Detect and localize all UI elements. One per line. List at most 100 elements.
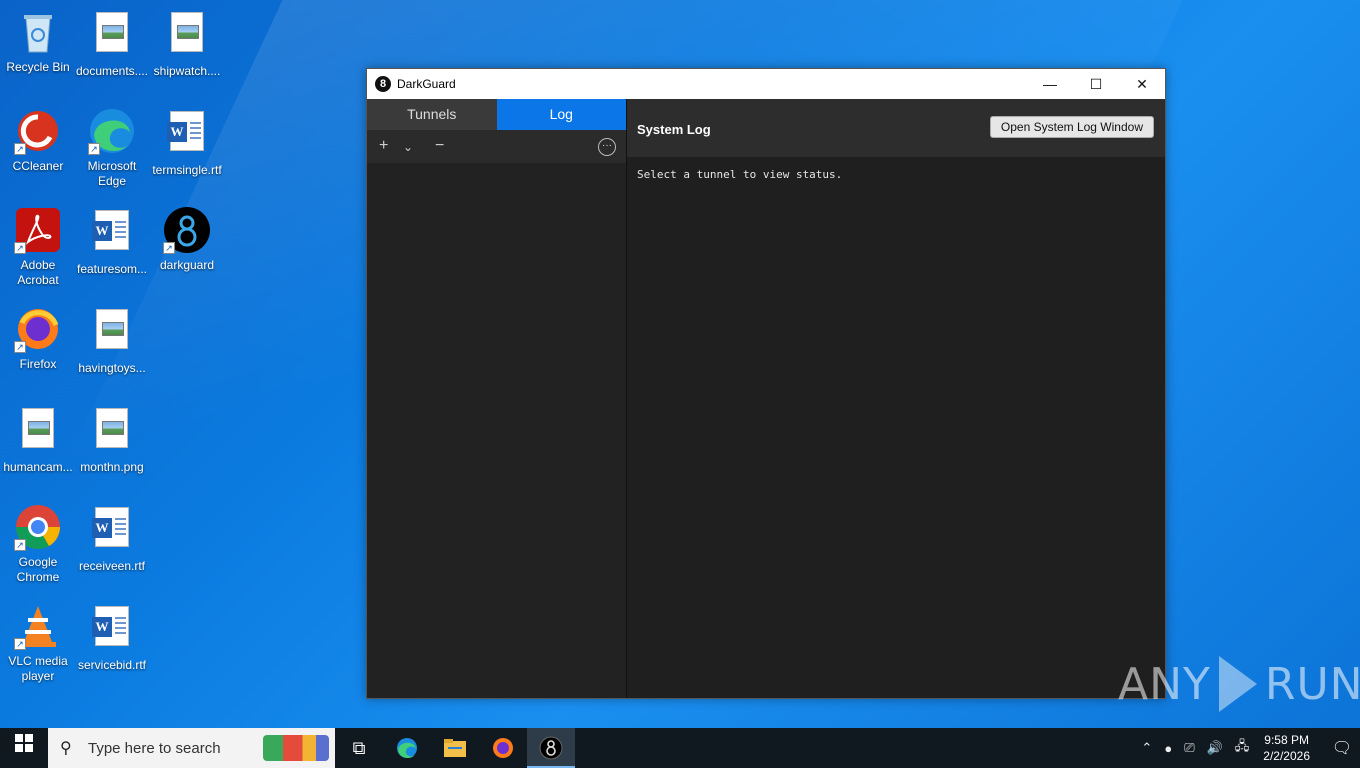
desktop-icon-firefox[interactable]: ↗ Firefox — [0, 305, 76, 372]
search-placeholder: Type here to search — [88, 739, 221, 757]
image-file-icon — [88, 309, 136, 357]
tab-tunnels[interactable]: Tunnels — [367, 99, 497, 130]
taskbar-clock[interactable]: 9:58 PM 2/2/2026 — [1263, 732, 1310, 764]
desktop-icon-label: receiveen.rtf — [78, 559, 146, 573]
desktop-icon-label: servicebid.rtf — [77, 658, 147, 672]
chevron-up-icon[interactable]: ⌃ — [1141, 740, 1152, 756]
desktop-icon-documents[interactable]: documents.... — [74, 8, 150, 79]
taskbar: ⚲ Type here to search ⧉ ⌃ ● ⎚ 🔊 🖧 9:58 P… — [0, 728, 1360, 768]
google-chrome-icon: ↗ — [14, 503, 62, 551]
image-file-icon — [88, 408, 136, 456]
ccleaner-icon: ↗ — [14, 107, 62, 155]
watermark-text-left: ANY — [1118, 658, 1211, 710]
more-options-icon[interactable]: ··· — [598, 138, 616, 156]
image-file-icon — [163, 12, 211, 60]
desktop-icon-microsoft-edge[interactable]: ↗ Microsoft Edge — [74, 107, 150, 189]
network-icon[interactable]: 🖧 — [1235, 737, 1250, 759]
shortcut-arrow-icon: ↗ — [88, 143, 100, 155]
meet-now-icon[interactable]: ⎚ — [1184, 740, 1194, 756]
desktop-icon-monthn[interactable]: monthn.png — [74, 404, 150, 475]
taskbar-file-explorer-icon[interactable] — [431, 728, 479, 768]
desktop-icon-termsingle[interactable]: W termsingle.rtf — [149, 107, 225, 178]
search-highlight-image — [263, 735, 329, 761]
desktop-icon-label: VLC media player — [8, 654, 68, 683]
system-tray: ⌃ ● ⎚ 🔊 🖧 9:58 PM 2/2/2026 🗨 — [1135, 728, 1360, 768]
shortcut-arrow-icon: ↗ — [14, 242, 26, 254]
adobe-acrobat-icon: ↗ — [14, 206, 62, 254]
desktop-icon-google-chrome[interactable]: ↗ Google Chrome — [0, 503, 76, 585]
tab-bar: Tunnels Log — [367, 99, 626, 130]
minimize-button[interactable]: — — [1027, 69, 1073, 99]
desktop-icon-label: Adobe Acrobat — [17, 258, 59, 287]
log-header: System Log Open System Log Window — [627, 99, 1165, 157]
chevron-down-icon[interactable]: ⌄ — [403, 137, 413, 157]
window-body: Tunnels Log + ⌄ − ··· System Log Open Sy… — [367, 99, 1165, 698]
window-titlebar[interactable]: 8 DarkGuard — ☐ ✕ — [367, 69, 1165, 99]
watermark-text-right: RUN — [1264, 658, 1360, 710]
remove-tunnel-icon[interactable]: − — [435, 136, 444, 156]
desktop-icon-label: Recycle Bin — [6, 60, 70, 74]
desktop-icon-label: Google Chrome — [16, 555, 60, 584]
vlc-cone-icon: ↗ — [14, 602, 62, 650]
desktop-icon-label: termsingle.rtf — [152, 163, 222, 177]
maximize-button[interactable]: ☐ — [1073, 69, 1119, 99]
desktop-icon-label: featuresom... — [76, 262, 148, 276]
desktop-icon-humancam[interactable]: humancam... — [0, 404, 76, 475]
desktop-icon-servicebid[interactable]: W servicebid.rtf — [74, 602, 150, 673]
desktop-icon-receiveen[interactable]: W receiveen.rtf — [74, 503, 150, 574]
desktop-icon-label: monthn.png — [80, 460, 144, 474]
desktop-icon-recycle-bin[interactable]: Recycle Bin — [0, 8, 76, 75]
desktop-icon-adobe-acrobat[interactable]: ↗ Adobe Acrobat — [0, 206, 76, 288]
shortcut-arrow-icon: ↗ — [163, 242, 175, 254]
darkguard-window: 8 DarkGuard — ☐ ✕ Tunnels Log + ⌄ − ··· … — [366, 68, 1166, 699]
shortcut-arrow-icon: ↗ — [14, 143, 26, 155]
taskbar-search-box[interactable]: ⚲ Type here to search — [48, 728, 335, 768]
desktop-icon-featuresom[interactable]: W featuresom... — [74, 206, 150, 277]
desktop-icon-label: Firefox — [19, 357, 57, 371]
task-view-icon[interactable]: ⧉ — [335, 728, 383, 768]
desktop-icon-label: documents.... — [75, 64, 149, 78]
tunnel-toolbar: + ⌄ − ··· — [367, 130, 626, 163]
desktop-icon-vlc[interactable]: ↗ VLC media player — [0, 602, 76, 684]
desktop-icon-label: Microsoft Edge — [87, 159, 137, 188]
left-pane: Tunnels Log + ⌄ − ··· — [367, 99, 627, 698]
open-system-log-button[interactable]: Open System Log Window — [989, 116, 1154, 138]
tab-log[interactable]: Log — [496, 99, 626, 130]
desktop-icon-ccleaner[interactable]: ↗ CCleaner — [0, 107, 76, 174]
search-icon: ⚲ — [60, 740, 72, 757]
image-file-icon — [88, 12, 136, 60]
clock-date: 2/2/2026 — [1263, 749, 1310, 763]
desktop-icon-label: humancam... — [3, 460, 73, 474]
desktop-icon-label: CCleaner — [12, 159, 64, 173]
darkguard-logo-icon: ↗ — [163, 206, 211, 254]
microsoft-edge-icon: ↗ — [88, 107, 136, 155]
image-file-icon — [14, 408, 62, 456]
desktop-icon-havingtoys[interactable]: havingtoys... — [74, 305, 150, 376]
darkguard-tray-icon[interactable]: ● — [1164, 741, 1172, 756]
add-tunnel-icon[interactable]: + — [379, 136, 388, 156]
clock-time: 9:58 PM — [1264, 733, 1309, 747]
firefox-icon: ↗ — [14, 305, 62, 353]
darkguard-app-icon: 8 — [375, 76, 391, 92]
desktop-icon-label: shipwatch.... — [153, 64, 221, 78]
desktop-icon-shipwatch[interactable]: shipwatch.... — [149, 8, 225, 79]
windows-logo-icon — [15, 734, 33, 752]
tunnel-list[interactable] — [367, 163, 626, 698]
window-controls: — ☐ ✕ — [1027, 69, 1165, 99]
play-triangle-icon — [1218, 656, 1257, 712]
start-button[interactable] — [0, 728, 48, 768]
word-document-icon: W — [88, 507, 136, 555]
taskbar-firefox-icon[interactable] — [479, 728, 527, 768]
taskbar-edge-icon[interactable] — [383, 728, 431, 768]
desktop-icon-label: darkguard — [159, 258, 215, 272]
volume-icon[interactable]: 🔊 — [1207, 740, 1223, 756]
taskbar-darkguard-icon[interactable] — [527, 728, 575, 768]
word-document-icon: W — [88, 210, 136, 258]
desktop-icon-darkguard[interactable]: ↗ darkguard — [149, 206, 225, 273]
log-title: System Log — [637, 122, 711, 137]
window-title: DarkGuard — [397, 77, 456, 91]
shortcut-arrow-icon: ↗ — [14, 341, 26, 353]
log-status-text: Select a tunnel to view status. — [637, 168, 843, 181]
notification-icon[interactable]: 🗨 — [1324, 738, 1360, 758]
close-button[interactable]: ✕ — [1119, 69, 1165, 99]
